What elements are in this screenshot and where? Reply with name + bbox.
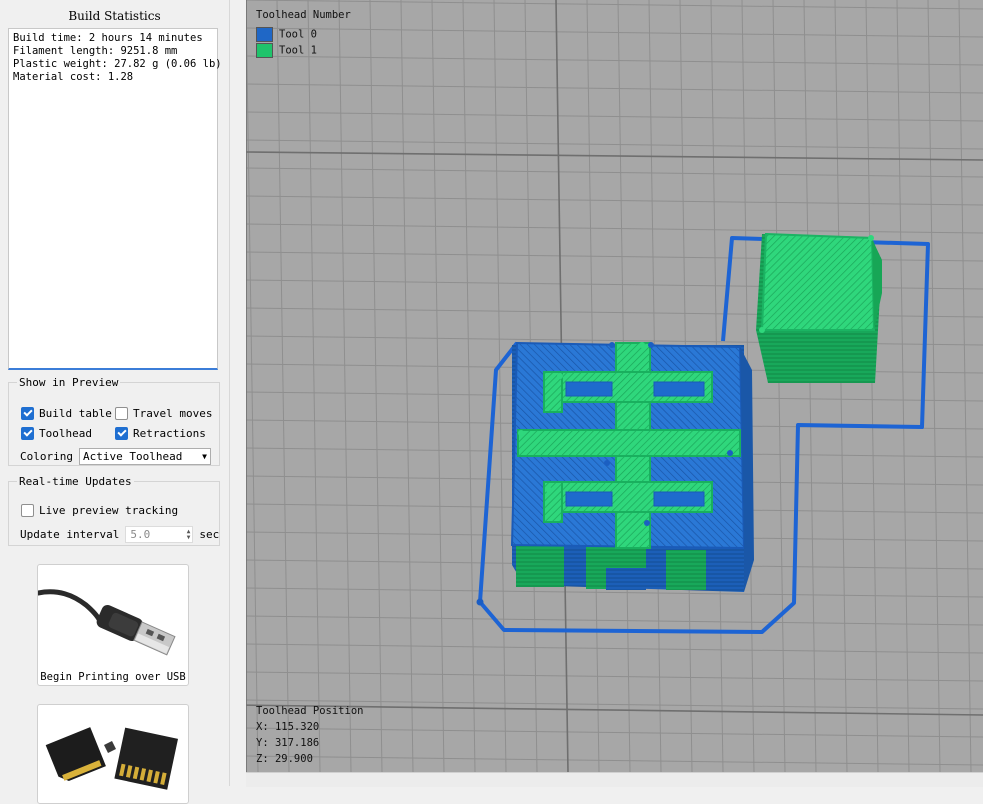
tool-0-label: Tool 0 <box>279 28 317 41</box>
legend-tool-1: Tool 1 <box>256 43 317 59</box>
live-preview-checkbox[interactable]: Live preview tracking <box>21 504 178 517</box>
toolhead-check-icon[interactable] <box>21 427 34 440</box>
update-interval-value: 5.0 <box>130 528 151 541</box>
retractions-checkbox[interactable]: Retractions <box>115 427 206 440</box>
coloring-select-value: Active Toolhead <box>82 450 183 463</box>
begin-printing-usb-label: Begin Printing over USB <box>40 671 186 683</box>
show-in-preview-group: Show in Preview Build table Travel moves… <box>8 376 220 466</box>
preview-viewport[interactable]: Toolhead Number Tool 0 Tool 1 Toolhead P… <box>246 0 983 772</box>
toolhead-position-x: X: 115.320 <box>256 721 320 733</box>
tool-1-label: Tool 1 <box>279 44 317 57</box>
retractions-check-icon[interactable] <box>115 427 128 440</box>
travel-moves-checkbox[interactable]: Travel moves <box>115 407 212 420</box>
usb-cable-icon <box>38 589 176 656</box>
toolhead-checkbox[interactable]: Toolhead <box>21 427 92 440</box>
toolhead-position-y: Y: 317.186 <box>256 737 320 749</box>
begin-printing-usb-button[interactable]: Begin Printing over USB <box>37 564 189 686</box>
live-preview-label: Live preview tracking <box>39 504 179 517</box>
realtime-updates-group: Real-time Updates Live preview tracking … <box>8 475 220 546</box>
stat-material-cost: Material cost: 1.28 <box>13 71 134 83</box>
build-plate-render <box>246 0 983 772</box>
realtime-updates-legend: Real-time Updates <box>19 475 132 488</box>
spin-arrows-icon[interactable]: ▲ ▼ <box>187 528 191 541</box>
stat-filament-length: Filament length: 9251.8 mm <box>13 45 178 57</box>
update-interval-row: Update interval 5.0 ▲ ▼ sec <box>20 526 219 543</box>
horizontal-scrollbar[interactable] <box>246 772 983 787</box>
stat-plastic-weight: Plastic weight: 27.82 g (0.06 lb) <box>13 58 222 70</box>
toolhead-position-title: Toolhead Position <box>256 705 364 717</box>
live-preview-check-icon[interactable] <box>21 504 34 517</box>
update-interval-spinbox[interactable]: 5.0 ▲ ▼ <box>125 526 194 543</box>
tool-0-swatch <box>256 27 273 42</box>
toolhead-position-z: Z: 29.900 <box>256 753 313 765</box>
build-table-checkbox[interactable]: Build table <box>21 407 112 420</box>
build-statistics-title: Build Statistics <box>68 9 161 23</box>
build-table-check-icon[interactable] <box>21 407 34 420</box>
show-in-preview-legend: Show in Preview <box>19 376 119 389</box>
save-to-sd-button[interactable] <box>37 704 189 804</box>
travel-moves-label: Travel moves <box>133 407 213 420</box>
sd-card-icon <box>45 727 179 790</box>
left-panel: Build Statistics Build time: 2 hours 14 … <box>0 0 230 804</box>
legend-tool-0: Tool 0 <box>256 27 317 43</box>
build-statistics-box[interactable]: Build time: 2 hours 14 minutes Filament … <box>8 28 222 370</box>
build-table-label: Build table <box>39 407 112 420</box>
toolhead-label: Toolhead <box>39 427 92 440</box>
green-cube-model <box>756 232 882 383</box>
two-color-cube-model <box>510 341 754 592</box>
retractions-label: Retractions <box>133 427 206 440</box>
coloring-select[interactable]: Active Toolhead ▼ <box>78 448 211 465</box>
travel-moves-check-icon[interactable] <box>115 407 128 420</box>
stat-build-time: Build time: 2 hours 14 minutes <box>13 32 203 44</box>
tool-1-swatch <box>256 43 273 58</box>
update-interval-unit: sec <box>199 528 220 541</box>
coloring-label: Coloring <box>20 450 73 463</box>
toolhead-number-title: Toolhead Number <box>256 9 351 21</box>
coloring-row: Coloring Active Toolhead ▼ <box>20 448 211 465</box>
chevron-down-icon: ▼ <box>202 452 207 461</box>
update-interval-label: Update interval <box>20 528 120 541</box>
